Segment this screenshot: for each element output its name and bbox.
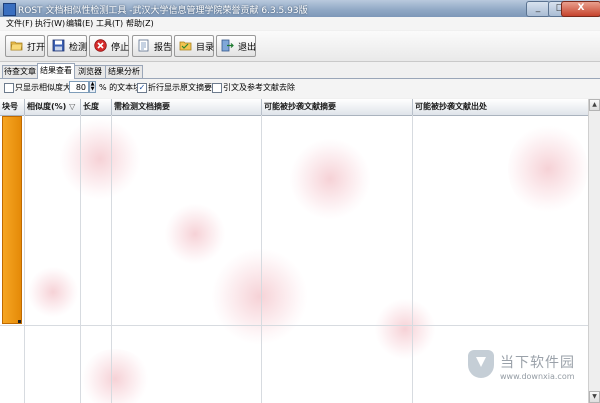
watermark-name: 当下软件园	[500, 355, 575, 371]
grid-line	[111, 115, 112, 403]
stop-button[interactable]: 停止	[89, 35, 129, 57]
exit-icon	[221, 39, 234, 52]
grid-line	[80, 115, 81, 403]
directory-label: 目录	[196, 43, 215, 53]
detect-label: 检测	[69, 43, 88, 53]
sort-icon: ▽	[69, 102, 76, 111]
only-show-suffix: % 的文本块	[99, 83, 142, 92]
only-show-checkbox[interactable]	[4, 83, 14, 93]
flower-watermark	[60, 119, 140, 199]
stop-label: 停止	[111, 43, 130, 53]
col-check-summary[interactable]: 需检测文档摘要	[112, 99, 262, 115]
row-indicator[interactable]	[2, 116, 22, 324]
remove-citation-checkbox[interactable]	[212, 83, 222, 93]
stop-icon	[94, 39, 107, 52]
menu-edit[interactable]: 编辑(E)	[66, 18, 93, 29]
open-label: 打开	[27, 43, 46, 53]
grid-line	[412, 115, 413, 403]
tab-pending-articles[interactable]: 待查文章	[2, 65, 38, 78]
col-similarity[interactable]: 相似度(%) ▽	[25, 99, 81, 115]
grid-line	[24, 115, 25, 403]
exit-label: 退出	[238, 43, 257, 53]
minimize-button[interactable]: _	[526, 1, 550, 17]
menu-help[interactable]: 帮助(Z)	[126, 18, 154, 29]
col-plagiarized-source[interactable]: 可能被抄袭文献出处	[413, 99, 588, 115]
report-button[interactable]: 报告	[132, 35, 172, 57]
open-button[interactable]: 打开	[5, 35, 45, 57]
tab-view-results[interactable]: 结果查看	[37, 63, 75, 79]
menu-execute[interactable]: 执行(W)	[35, 18, 65, 29]
save-disk-icon	[52, 39, 65, 52]
directory-button[interactable]: 目录	[174, 35, 214, 57]
wrap-checkbox[interactable]: ✓	[137, 83, 147, 93]
title-bar: ROST 文档相似性检测工具 -武汉大学信息管理学院荣誉贡献 6.3.5.93版…	[0, 0, 600, 17]
directory-icon	[179, 41, 192, 51]
flower-watermark	[508, 124, 588, 214]
menu-tools[interactable]: 工具(T)	[96, 18, 123, 29]
scroll-up-arrow[interactable]: ▲	[589, 99, 600, 111]
download-shield-icon	[468, 350, 494, 378]
flower-watermark	[212, 249, 307, 344]
threshold-input[interactable]: 80	[69, 81, 89, 93]
scroll-down-arrow[interactable]: ▼	[589, 391, 600, 403]
grid-header: 块号 相似度(%) ▽ 长度 需检测文档摘要 可能被抄袭文献摘要 可能被抄袭文献…	[0, 99, 588, 116]
menu-bar: 文件(F) 执行(W) 编辑(E) 工具(T) 帮助(Z)	[0, 17, 600, 30]
remove-citation-label: 引文及参考文献去除	[223, 83, 295, 92]
close-button[interactable]: X	[561, 1, 600, 17]
watermark-logo: 当下软件园 www.downxia.com	[468, 350, 588, 390]
watermark-url: www.downxia.com	[500, 372, 575, 381]
open-folder-icon	[10, 41, 23, 51]
grid-line	[261, 115, 262, 403]
grid-line	[0, 325, 588, 326]
flower-watermark	[165, 204, 225, 264]
tab-bar: 待查文章 结果查看 浏览器 结果分析	[0, 62, 600, 79]
menu-file[interactable]: 文件(F)	[6, 18, 33, 29]
flower-watermark	[375, 299, 435, 359]
toolbar: 打开 检测 停止 报告 目录 退出	[0, 31, 600, 62]
flower-watermark	[290, 139, 370, 219]
exit-button[interactable]: 退出	[216, 35, 256, 57]
tab-result-analysis[interactable]: 结果分析	[105, 65, 143, 78]
col-block-number[interactable]: 块号	[0, 99, 25, 115]
flower-watermark	[28, 267, 78, 317]
threshold-spinner[interactable]: ▲ ▼	[89, 81, 96, 93]
options-row: 只显示相似度大 80 ▲ ▼ % 的文本块 ✓ 折行显示原文摘要 引文及参考文献去…	[0, 79, 600, 98]
flower-watermark	[80, 349, 150, 403]
col-length[interactable]: 长度	[81, 99, 112, 115]
tab-browser[interactable]: 浏览器	[74, 65, 106, 78]
report-label: 报告	[154, 43, 173, 53]
report-icon	[138, 39, 149, 52]
window-title: ROST 文档相似性检测工具 -武汉大学信息管理学院荣誉贡献 6.3.5.93版	[18, 6, 308, 16]
col-similarity-label: 相似度(%)	[27, 102, 67, 111]
vertical-scrollbar[interactable]: ▲ ▼	[588, 99, 600, 403]
only-show-label: 只显示相似度大	[15, 83, 71, 92]
app-icon	[3, 3, 16, 16]
wrap-label: 折行显示原文摘要	[148, 83, 212, 92]
detect-button[interactable]: 检测	[47, 35, 87, 57]
col-plagiarized-summary[interactable]: 可能被抄袭文献摘要	[262, 99, 413, 115]
